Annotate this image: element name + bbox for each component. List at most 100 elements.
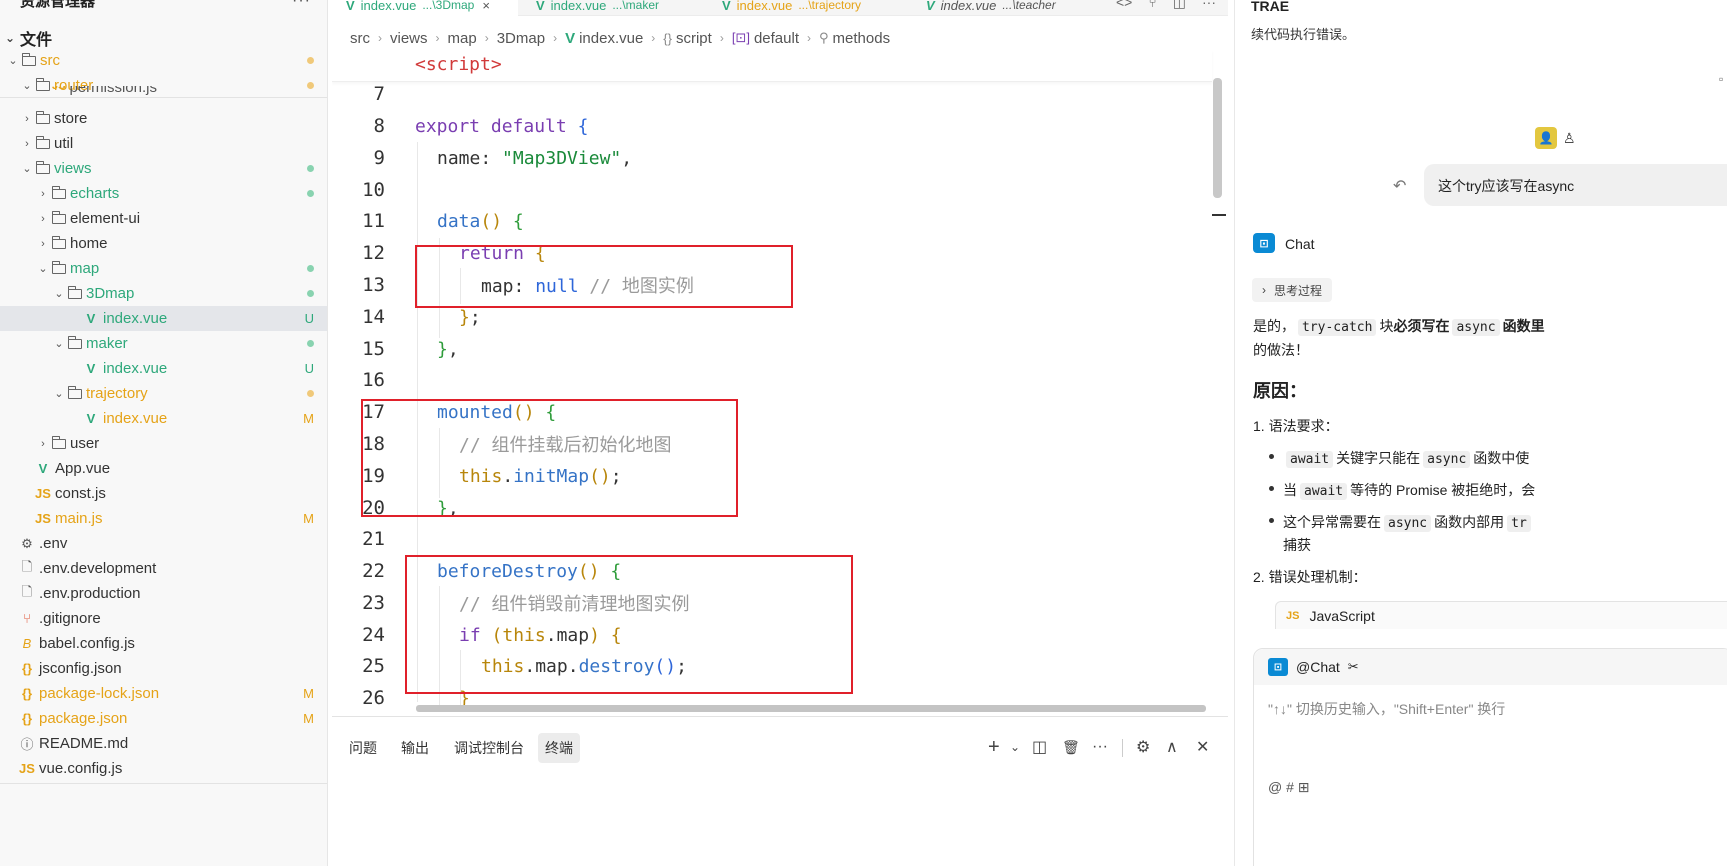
tools-icon[interactable]: ✂: [1348, 659, 1359, 675]
code-line[interactable]: 11 data() {: [332, 205, 1212, 237]
tab-terminal[interactable]: 终端: [538, 733, 580, 763]
tree-folder-src[interactable]: ⌄ src: [0, 48, 327, 73]
vertical-scrollbar[interactable]: [1213, 78, 1222, 198]
code-line[interactable]: 18 // 组件挂载后初始化地图: [332, 428, 1212, 460]
tree-file-maker-index[interactable]: V index.vue U: [0, 356, 327, 381]
tree-label: .env.development: [39, 560, 157, 577]
trash-icon[interactable]: 🗑: [1062, 735, 1080, 759]
chevron-right-icon: ›: [25, 112, 29, 125]
code-line[interactable]: 13 map: null // 地图实例: [332, 269, 1212, 301]
code-line[interactable]: 24 if (this.map) {: [332, 619, 1212, 651]
chevron-down-icon[interactable]: ⌄: [1010, 735, 1020, 759]
agent-mention[interactable]: @Chat: [1296, 659, 1340, 675]
tree-label: package-lock.json: [39, 685, 160, 702]
code-line[interactable]: 9 name: "Map3DView",: [332, 142, 1212, 174]
code-line[interactable]: 21: [332, 523, 1212, 555]
chat-input-placeholder[interactable]: "↑↓" 切换历史输入，"Shift+Enter" 换行: [1268, 699, 1505, 719]
input-tools[interactable]: @ # ⊞: [1268, 779, 1310, 796]
tree-folder-store[interactable]: › store: [0, 106, 327, 131]
tab-debug-console[interactable]: 调试控制台: [447, 733, 531, 763]
tree-file-babel-config[interactable]: B babel.config.js: [0, 631, 327, 656]
tab-problems[interactable]: 问题: [342, 733, 384, 763]
tree-file-const-js[interactable]: JS const.js: [0, 481, 327, 506]
tree-folder-home[interactable]: › home: [0, 231, 327, 256]
tree-label: trajectory: [86, 385, 148, 402]
code-line[interactable]: 7: [332, 78, 1212, 110]
tree-file-env-production[interactable]: 🗋 .env.production: [0, 581, 327, 606]
horizontal-scrollbar[interactable]: [416, 705, 1206, 712]
code-line[interactable]: 14 };: [332, 301, 1212, 333]
code-line[interactable]: 16: [332, 364, 1212, 396]
code-line[interactable]: 25 this.map.destroy();: [332, 650, 1212, 682]
answer-bold: 函数里: [1502, 318, 1545, 334]
tree-folder-trajectory[interactable]: ⌄ trajectory: [0, 381, 327, 406]
line-number: 25: [362, 655, 385, 677]
chat-bot-icon: ⊡: [1268, 658, 1288, 676]
code-line[interactable]: 23 // 组件销毁前清理地图实例: [332, 587, 1212, 619]
tree-folder-util[interactable]: › util: [0, 131, 327, 156]
code-line[interactable]: 20 },: [332, 492, 1212, 524]
tree-label: .gitignore: [39, 610, 101, 627]
code-line[interactable]: 10: [332, 174, 1212, 206]
code-line[interactable]: 22 beforeDestroy() {: [332, 555, 1212, 587]
chat-bot-icon: ⊡: [1253, 233, 1275, 253]
tree-folder-user[interactable]: › user: [0, 431, 327, 456]
maximize-icon[interactable]: ∧: [1166, 735, 1178, 759]
tree-file-package-lock[interactable]: {} package-lock.json M: [0, 681, 327, 706]
tree-folder-map[interactable]: ⌄ map: [0, 256, 327, 281]
tree-file-main-js[interactable]: JS main.js M: [0, 506, 327, 531]
tree-file-trajectory-index[interactable]: V index.vue M: [0, 406, 327, 431]
tree-folder-views[interactable]: ⌄ views: [0, 156, 327, 181]
folder-icon: [52, 210, 66, 224]
more-icon[interactable]: ···: [1092, 735, 1108, 759]
tree-folder-maker[interactable]: ⌄ maker: [0, 331, 327, 356]
comment: // 组件挂载后初始化地图: [459, 435, 672, 456]
code-line[interactable]: 19 this.initMap();: [332, 460, 1212, 492]
code-line[interactable]: 8 export default {: [332, 110, 1212, 142]
tree-file-3dmap-index[interactable]: V index.vue U: [0, 306, 327, 331]
explorer-section-files[interactable]: ⌄ 文件: [0, 26, 327, 50]
function-name: mounted: [437, 401, 513, 423]
close-icon[interactable]: ✕: [1196, 735, 1209, 759]
prior-message-text: 续代码执行错误。: [1251, 27, 1356, 42]
punct: (): [654, 655, 677, 677]
script-tag: <script>: [415, 54, 502, 75]
split-terminal-icon[interactable]: ◫: [1032, 735, 1047, 759]
settings-icon[interactable]: ⚙: [1136, 735, 1150, 759]
tree-folder-echarts[interactable]: › echarts: [0, 181, 327, 206]
keyword: this: [481, 655, 525, 677]
code-line[interactable]: 12 return {: [332, 237, 1212, 269]
more-icon[interactable]: ···: [292, 0, 311, 10]
line-number: 8: [373, 115, 385, 137]
thinking-toggle[interactable]: › 思考过程: [1252, 278, 1333, 302]
code-line[interactable]: 17 mounted() {: [332, 396, 1212, 428]
avatar: 👤: [1535, 127, 1557, 149]
code-line[interactable]: 15 },: [332, 333, 1212, 365]
tree-label: vue.config.js: [39, 760, 123, 777]
tree-file-vue-config[interactable]: JS vue.config.js: [0, 756, 327, 781]
chat-input-box[interactable]: ⊡ @Chat ✂ "↑↓" 切换历史输入，"Shift+Enter" 换行 @…: [1253, 648, 1727, 866]
tree-file-env[interactable]: ⚙ .env: [0, 531, 327, 556]
punct: {: [577, 115, 589, 137]
tree-file-package-json[interactable]: {} package.json M: [0, 706, 327, 731]
chevron-down-icon: ⌄: [22, 163, 32, 175]
inline-code: await: [1300, 483, 1348, 500]
tree-folder-element-ui[interactable]: › element-ui: [0, 206, 327, 231]
code-area[interactable]: <script> 7 8 export default { 9 name: "M…: [332, 0, 1212, 715]
tree-label: .env: [39, 535, 68, 552]
json-file-icon: {}: [21, 711, 33, 726]
tree-file-app-vue[interactable]: V App.vue: [0, 456, 327, 481]
punct: }: [459, 306, 470, 328]
tab-output[interactable]: 输出: [394, 733, 436, 763]
tree-file-gitignore[interactable]: ⑂ .gitignore: [0, 606, 327, 631]
tree-file-jsconfig[interactable]: {} jsconfig.json: [0, 656, 327, 681]
tree-file-env-development[interactable]: 🗋 .env.development: [0, 556, 327, 581]
add-terminal-icon[interactable]: +: [988, 735, 1000, 759]
tree-label: element-ui: [70, 210, 141, 227]
tree-file-readme[interactable]: ⓘ README.md: [0, 731, 327, 756]
undo-icon[interactable]: ↶: [1393, 176, 1406, 196]
tree-folder-3dmap[interactable]: ⌄ 3Dmap: [0, 281, 327, 306]
tree-label: src: [40, 52, 60, 69]
chevron-right-icon: ›: [41, 212, 45, 225]
code-language: JavaScript: [1309, 607, 1375, 624]
